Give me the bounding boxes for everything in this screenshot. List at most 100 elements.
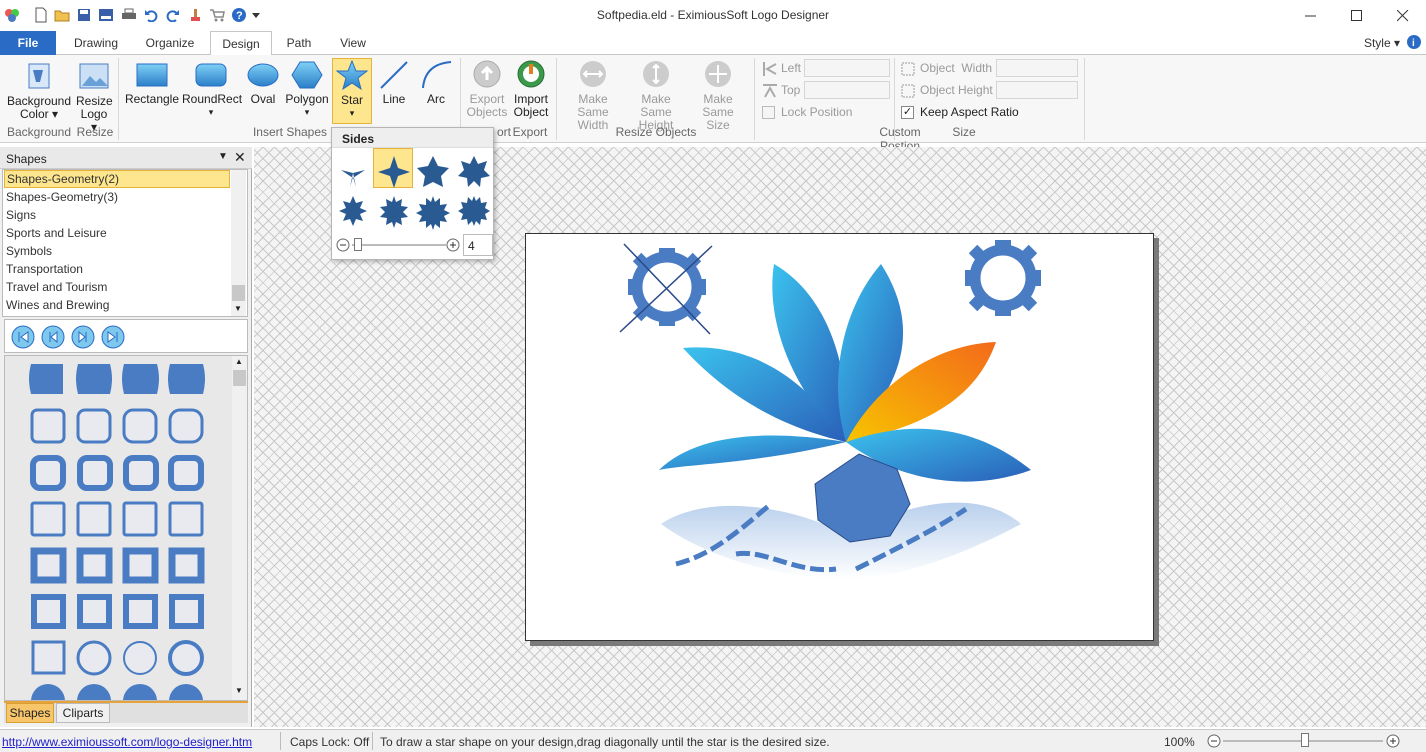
star-button[interactable]: Star ▾ (332, 58, 372, 124)
list-item[interactable]: Shapes-Geometry(3) (4, 188, 230, 206)
export-objects-button[interactable]: Export Objects (464, 58, 510, 124)
tab-file[interactable]: File (0, 31, 56, 55)
star-label: Star (340, 93, 363, 107)
gallery-scroll-thumb[interactable] (233, 370, 246, 386)
oval-label: Oval (250, 92, 276, 106)
same-size-label1: Make Same (702, 92, 734, 119)
gallery-scroll-up-icon[interactable]: ▲ (235, 357, 243, 366)
last-page-icon[interactable] (101, 325, 125, 352)
star-sides-options[interactable] (332, 148, 493, 238)
previous-page-icon[interactable] (41, 325, 65, 352)
shape-thumbnails[interactable] (5, 356, 233, 701)
list-item[interactable]: Signs (4, 206, 230, 224)
line-shape-icon (380, 61, 408, 89)
sides-slider-track[interactable] (352, 244, 446, 246)
zoom-in-icon[interactable] (1386, 734, 1400, 748)
arc-shape-icon (422, 61, 452, 89)
make-same-height-button[interactable]: Make Same Height (626, 58, 686, 132)
gallery-scroll-down-icon[interactable]: ▼ (235, 686, 243, 695)
gallery-scrollbar[interactable]: ▲ ▼ (232, 356, 247, 700)
tab-view[interactable]: View (330, 31, 376, 55)
top-spinner[interactable] (804, 81, 890, 99)
info-icon[interactable]: i (1407, 35, 1421, 49)
zoom-slider-thumb[interactable] (1301, 733, 1309, 747)
arc-label: Arc (427, 92, 445, 106)
zoom-out-icon[interactable] (1207, 734, 1221, 748)
zoom-plus-icon[interactable] (446, 238, 460, 252)
background-color-button[interactable]: Background Color ▾ (4, 58, 74, 124)
tab-organize[interactable]: Organize (136, 31, 204, 55)
roundrect-button[interactable]: RoundRect ▾ (182, 58, 242, 124)
style-label: Style (1363, 36, 1391, 50)
status-separator (372, 732, 373, 750)
object-height-label: Object Height (920, 83, 993, 97)
zoom-level: 100% (1164, 735, 1195, 749)
status-bar: http://www.eximioussoft.com/logo-designe… (0, 729, 1426, 752)
list-scroll-thumb[interactable] (232, 285, 245, 301)
design-page[interactable] (525, 233, 1154, 641)
ribbon-separator (1084, 58, 1085, 140)
first-page-icon[interactable] (11, 325, 35, 352)
sides-value-input[interactable]: 4 (463, 234, 493, 256)
status-hint: To draw a star shape on your design,drag… (380, 735, 830, 749)
rectangle-button[interactable]: Rectangle (124, 58, 180, 124)
list-item-shapes-geometry-2[interactable]: Shapes-Geometry(2) (4, 170, 230, 188)
roundrect-shape-icon (195, 63, 227, 87)
list-item[interactable]: Symbols (4, 242, 230, 260)
navigation-bar (4, 319, 248, 353)
panel-header: Shapes ▼ ✕ (0, 147, 252, 169)
object-width-spinner[interactable] (996, 59, 1078, 77)
import-object-button[interactable]: Import Object (510, 58, 552, 124)
window-title: Softpedia.eld - EximiousSoft Logo Design… (596, 8, 830, 22)
keep-aspect-ratio-checkbox[interactable]: ✓ (901, 106, 914, 119)
left-spinner[interactable] (804, 59, 890, 77)
tab-shapes[interactable]: Shapes (6, 703, 54, 723)
star-sides-dropdown: Sides 4 (331, 127, 494, 260)
close-button[interactable] (1380, 0, 1426, 31)
panel-close-icon[interactable]: ✕ (234, 149, 246, 166)
list-item[interactable]: Travel and Tourism (4, 278, 230, 296)
import-icon (517, 60, 545, 88)
group-background-label: Background (6, 125, 72, 139)
list-item[interactable]: Wines and Brewing (4, 296, 230, 314)
top-label: Top (781, 83, 801, 97)
oval-button[interactable]: Oval (244, 58, 282, 124)
arc-button[interactable]: Arc (416, 58, 456, 124)
polygon-button[interactable]: Polygon ▾ (284, 58, 330, 124)
resize-logo-button[interactable]: Resize Logo ▾ (76, 58, 113, 134)
minimize-button[interactable] (1288, 0, 1334, 31)
tab-drawing[interactable]: Drawing (64, 31, 128, 55)
same-width-label1: Make Same (577, 92, 609, 119)
make-same-width-button[interactable]: Make Same Width (562, 58, 624, 132)
list-scrollbar[interactable]: ▼ (231, 170, 246, 316)
ribbon-separator (556, 58, 557, 140)
list-scroll-down-icon[interactable]: ▼ (234, 304, 242, 313)
tab-cliparts[interactable]: Cliparts (56, 703, 110, 723)
list-item[interactable]: Sports and Leisure (4, 224, 230, 242)
style-menu[interactable]: Style ▾ (1362, 31, 1402, 55)
lock-position-checkbox[interactable] (762, 106, 775, 119)
object-width-label: Object Width (920, 61, 993, 75)
logo-artwork[interactable] (526, 234, 1155, 642)
next-page-icon[interactable] (71, 325, 95, 352)
object-height-spinner[interactable] (996, 81, 1078, 99)
sides-slider-thumb[interactable] (354, 238, 362, 251)
ribbon-separator (754, 58, 755, 140)
group-insert-shapes-label: Insert Shapes (252, 125, 328, 139)
zoom-minus-icon[interactable] (336, 238, 350, 252)
object-width-icon (900, 61, 916, 77)
lock-position-label: Lock Position (781, 105, 853, 119)
panel-dropdown-icon[interactable]: ▼ (218, 151, 228, 162)
ribbon-separator (118, 58, 119, 140)
list-item[interactable]: Transportation (4, 260, 230, 278)
maximize-button[interactable] (1334, 0, 1380, 31)
tab-design[interactable]: Design (210, 31, 272, 56)
line-button[interactable]: Line (376, 58, 412, 124)
group-resize-label: Resize (76, 125, 114, 139)
tab-path[interactable]: Path (278, 31, 320, 55)
group-export-label: Export (512, 125, 548, 139)
svg-text:i: i (1412, 38, 1415, 49)
ribbon-tabs: File Drawing Organize Design Path View S… (0, 31, 1426, 56)
website-link[interactable]: http://www.eximioussoft.com/logo-designe… (2, 735, 252, 749)
make-same-size-button[interactable]: Make Same Size (688, 58, 748, 132)
